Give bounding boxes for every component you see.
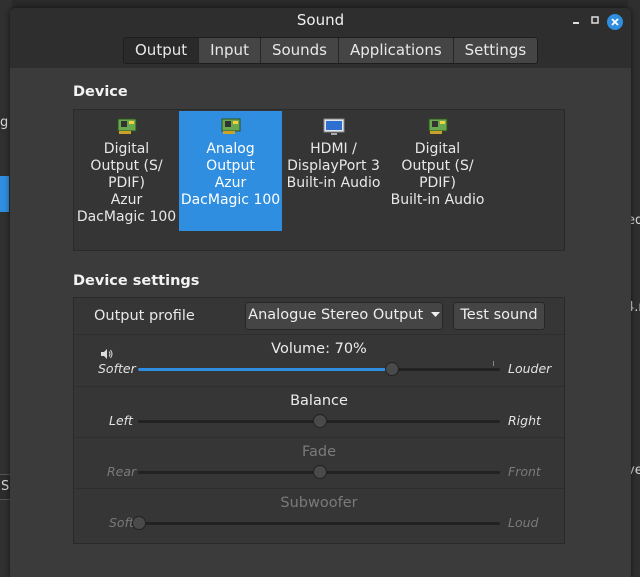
balance-left-label: Left bbox=[109, 413, 133, 428]
volume-slider[interactable] bbox=[138, 362, 500, 376]
dropdown-arrow-icon bbox=[430, 312, 440, 317]
fade-slider[interactable] bbox=[138, 465, 500, 479]
fade-row: Fade Rear Front bbox=[74, 438, 564, 489]
close-button[interactable] bbox=[607, 14, 623, 30]
device-label: Digital Output (S/ PDIF) Azur DacMagic 1… bbox=[76, 141, 177, 225]
output-profile-row: Output profile Analogue Stereo Output Te… bbox=[74, 298, 564, 335]
balance-slider-handle[interactable] bbox=[313, 414, 327, 428]
device-analog-output-azur[interactable]: Analog Output Azur DacMagic 100 bbox=[179, 111, 282, 231]
maximize-icon bbox=[591, 16, 599, 24]
balance-title: Balance bbox=[290, 393, 348, 409]
sound-card-icon bbox=[117, 118, 136, 134]
subwoofer-slider[interactable] bbox=[132, 516, 500, 530]
output-profile-dropdown[interactable]: Analogue Stereo Output bbox=[245, 302, 443, 330]
device-label: Digital Output (S/ PDIF) Built-in Audio bbox=[390, 141, 485, 208]
minimize-icon bbox=[573, 22, 579, 24]
fade-title: Fade bbox=[301, 444, 337, 460]
background-text: S bbox=[1, 479, 10, 494]
volume-100-mark bbox=[493, 361, 494, 366]
device-label: HDMI / DisplayPort 3 Built-in Audio bbox=[286, 141, 381, 191]
balance-row: Balance Left Right bbox=[74, 387, 564, 438]
device-digital-output-azur[interactable]: Digital Output (S/ PDIF) Azur DacMagic 1… bbox=[75, 111, 178, 231]
device-settings-title: Device settings bbox=[73, 273, 200, 289]
titlebar: Sound Output Input Sounds Applications S… bbox=[10, 8, 631, 68]
subwoofer-loud-label: Loud bbox=[508, 515, 539, 530]
volume-max-label: Louder bbox=[508, 361, 552, 376]
fade-rear-label: Rear bbox=[107, 464, 137, 479]
subwoofer-row: Subwoofer Soft Loud bbox=[74, 489, 564, 542]
output-profile-label: Output profile bbox=[94, 308, 195, 324]
volume-row: Volume: 70% Softer Louder bbox=[74, 335, 564, 387]
minimize-button[interactable] bbox=[568, 14, 584, 30]
device-label: Analog Output Azur DacMagic 100 bbox=[180, 141, 281, 208]
output-profile-value: Analogue Stereo Output bbox=[248, 307, 424, 323]
tab-sounds[interactable]: Sounds bbox=[259, 38, 339, 63]
tab-input[interactable]: Input bbox=[198, 38, 260, 63]
close-icon bbox=[611, 18, 619, 26]
tab-settings[interactable]: Settings bbox=[452, 38, 538, 63]
tab-output[interactable]: Output bbox=[124, 38, 199, 63]
balance-slider[interactable] bbox=[138, 414, 500, 428]
sound-card-icon bbox=[428, 118, 447, 134]
balance-right-label: Right bbox=[508, 413, 541, 428]
sound-card-icon bbox=[221, 118, 240, 134]
volume-slider-handle[interactable] bbox=[385, 362, 400, 376]
device-section-title: Device bbox=[73, 84, 128, 100]
fade-front-label: Front bbox=[508, 464, 541, 479]
monitor-icon bbox=[323, 118, 344, 135]
test-sound-button[interactable]: Test sound bbox=[453, 302, 545, 330]
device-digital-output-builtin[interactable]: Digital Output (S/ PDIF) Built-in Audio bbox=[386, 111, 489, 231]
tab-applications[interactable]: Applications bbox=[338, 38, 453, 63]
fade-slider-handle[interactable] bbox=[313, 465, 327, 479]
background-selection bbox=[0, 176, 9, 212]
device-settings-panel: Output profile Analogue Stereo Output Te… bbox=[73, 297, 565, 544]
tab-bar: Output Input Sounds Applications Setting… bbox=[123, 37, 539, 64]
device-hdmi-displayport[interactable]: HDMI / DisplayPort 3 Built-in Audio bbox=[282, 111, 385, 231]
subwoofer-slider-handle[interactable] bbox=[132, 516, 146, 530]
window-title: Sound bbox=[296, 11, 345, 29]
background-text: g bbox=[0, 115, 9, 130]
volume-title: Volume: 70% bbox=[271, 341, 367, 357]
device-list: Digital Output (S/ PDIF) Azur DacMagic 1… bbox=[73, 109, 565, 251]
volume-fill bbox=[138, 368, 392, 371]
volume-min-label: Softer bbox=[98, 361, 136, 376]
maximize-button[interactable] bbox=[587, 14, 603, 30]
subwoofer-soft-label: Soft bbox=[109, 515, 134, 530]
subwoofer-title: Subwoofer bbox=[280, 495, 358, 511]
sound-window: Sound Output Input Sounds Applications S… bbox=[10, 8, 631, 577]
